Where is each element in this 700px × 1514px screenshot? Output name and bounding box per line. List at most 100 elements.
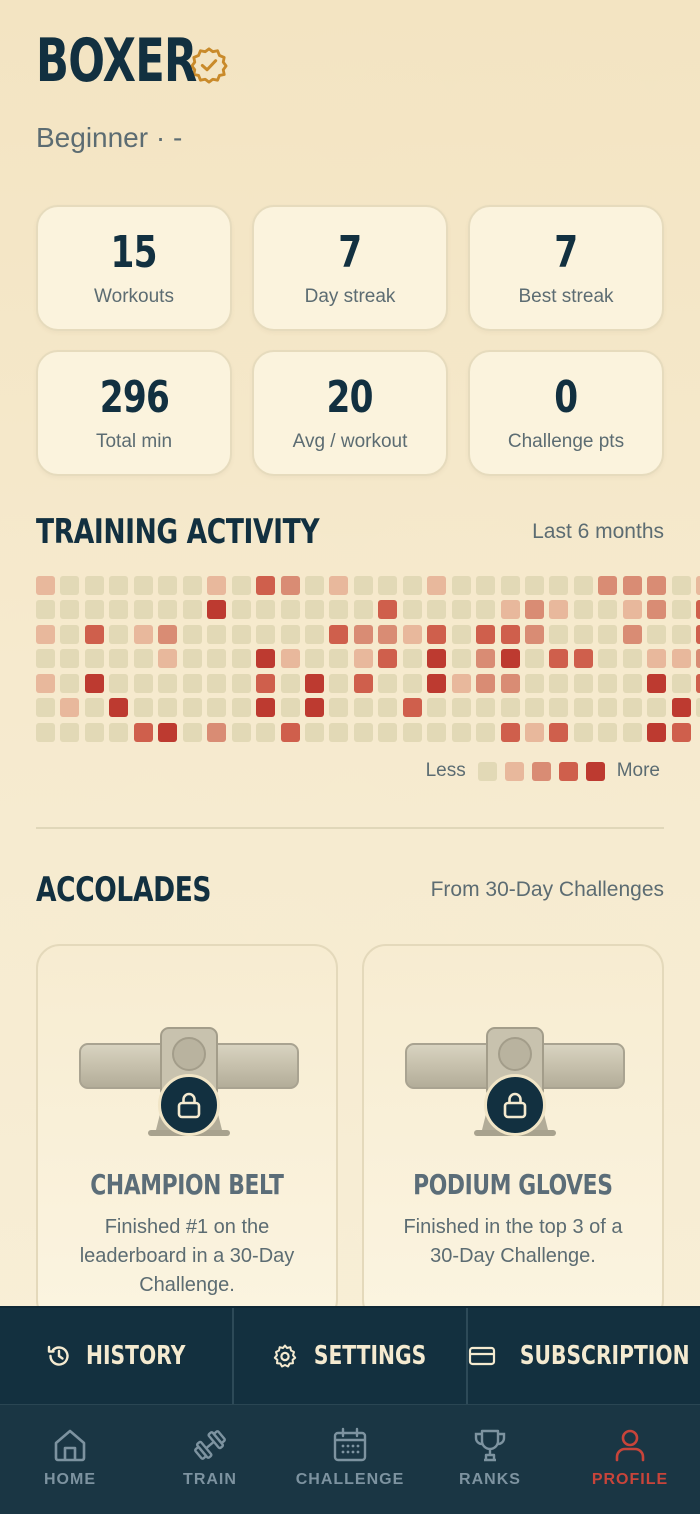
heatmap-cell [378, 624, 398, 644]
heatmap-cell [353, 722, 373, 742]
heatmap-cell [133, 576, 153, 595]
heatmap-cell [36, 722, 55, 742]
nav-train[interactable]: TRAIN [140, 1405, 280, 1514]
history-label: HISTORY [86, 1341, 186, 1371]
legend-more-label: More [616, 760, 660, 781]
heatmap-cell [427, 649, 447, 669]
accolade-name: CHAMPION BELT [90, 1168, 284, 1201]
heatmap-cell [329, 722, 349, 742]
heatmap-cell [231, 698, 251, 718]
heatmap-cell [304, 673, 324, 693]
calendar-icon [333, 1427, 367, 1462]
nav-ranks[interactable]: RANKS [420, 1405, 560, 1514]
settings-button[interactable]: SETTINGS [232, 1308, 466, 1404]
stat-value: 296 [99, 372, 169, 423]
accolade-card-podium-gloves[interactable]: PODIUM GLOVES Finished in the top 3 of a… [362, 944, 664, 1324]
heatmap-cell [109, 624, 129, 644]
heatmap-cell [500, 673, 520, 693]
trophy-icon [474, 1429, 506, 1462]
heatmap-cell [256, 624, 276, 644]
heatmap-cell [451, 722, 471, 742]
heatmap-cell [525, 673, 544, 693]
heatmap-cell [231, 722, 251, 742]
stat-value: 7 [554, 227, 578, 278]
heatmap-cell [329, 673, 349, 693]
legend-swatch-4 [585, 761, 605, 781]
heatmap-cell [36, 673, 55, 693]
heatmap-cell [60, 722, 80, 742]
nav-profile[interactable]: PROFILE [560, 1405, 700, 1514]
heatmap-cell [598, 576, 618, 595]
heatmap-cell [60, 649, 80, 669]
heatmap-cell [622, 722, 642, 742]
nav-challenge[interactable]: CHALLENGE [280, 1405, 420, 1514]
heatmap-cell [476, 698, 496, 718]
heatmap-cell [329, 649, 349, 669]
nav-home[interactable]: HOME [0, 1405, 140, 1514]
heatmap-cell [109, 649, 129, 669]
stat-card-total-min: 296 Total min [36, 350, 232, 476]
heatmap-cell [696, 649, 700, 669]
heatmap-cell [549, 673, 569, 693]
profile-level: Beginner · - [36, 122, 183, 153]
heatmap-cell [549, 722, 569, 742]
heatmap-cell [158, 649, 178, 669]
stat-label: Workouts [94, 286, 174, 307]
stat-label: Total min [95, 431, 173, 452]
legend-swatch-2 [531, 761, 551, 781]
history-button[interactable]: HISTORY [0, 1308, 232, 1404]
heatmap-cell [329, 576, 349, 595]
heatmap-cell [182, 673, 202, 693]
heatmap-cell [280, 673, 300, 693]
subscription-button[interactable]: SUBSCRIPTION [466, 1308, 700, 1404]
heatmap-cell [402, 649, 422, 669]
heatmap-cell [500, 649, 520, 669]
heatmap-cell [182, 624, 202, 644]
heatmap-cell [109, 722, 129, 742]
card-icon [469, 1346, 496, 1366]
stat-value: 15 [110, 227, 158, 278]
heatmap-cell [36, 624, 55, 644]
stat-value: 0 [554, 372, 578, 423]
heatmap-cell [427, 600, 447, 620]
heatmap-cell [207, 698, 227, 718]
heatmap-cell [280, 698, 300, 718]
nav-label: CHALLENGE [295, 1471, 405, 1488]
heatmap-cell [304, 624, 324, 644]
accolades-grid: CHAMPION BELT Finished #1 on the leaderb… [36, 944, 664, 1324]
stat-label: Best streak [518, 286, 614, 307]
stat-card-best-streak: 7 Best streak [468, 205, 664, 331]
heatmap-cell [158, 698, 178, 718]
heatmap-cell [207, 673, 227, 693]
stat-card-challenge-pts: 0 Challenge pts [468, 350, 664, 476]
heatmap-cell [36, 576, 55, 595]
heatmap-cell [573, 649, 593, 669]
heatmap-cell [622, 576, 642, 595]
heatmap-cell [549, 624, 569, 644]
accolade-card-champion-belt[interactable]: CHAMPION BELT Finished #1 on the leaderb… [36, 944, 338, 1324]
heatmap-cell [671, 673, 691, 693]
heatmap-cell [133, 624, 153, 644]
heatmap-cell [378, 649, 398, 669]
heatmap-cell [598, 698, 618, 718]
heatmap-cell [182, 576, 202, 595]
settings-label: SETTINGS [313, 1341, 427, 1371]
stat-label: Avg / workout [292, 431, 408, 452]
heatmap-cell [451, 698, 471, 718]
heatmap-cell [231, 649, 251, 669]
heatmap-cell [84, 576, 104, 595]
heatmap-cell [133, 698, 153, 718]
accolades-title: ACCOLADES [36, 870, 212, 910]
activity-heatmap [36, 576, 700, 746]
section-divider [36, 827, 664, 829]
heatmap-cell [84, 722, 104, 742]
accolade-description: Finished in the top 3 of a 30-Day Challe… [403, 1216, 623, 1267]
heatmap-cell [500, 600, 520, 620]
training-activity-range: Last 6 months [532, 520, 664, 543]
heatmap-cell [133, 673, 153, 693]
heatmap-cell [598, 624, 618, 644]
heatmap-cell [647, 576, 667, 595]
person-icon [615, 1429, 645, 1462]
heatmap-cell [109, 698, 129, 718]
heatmap-cell [671, 600, 691, 620]
